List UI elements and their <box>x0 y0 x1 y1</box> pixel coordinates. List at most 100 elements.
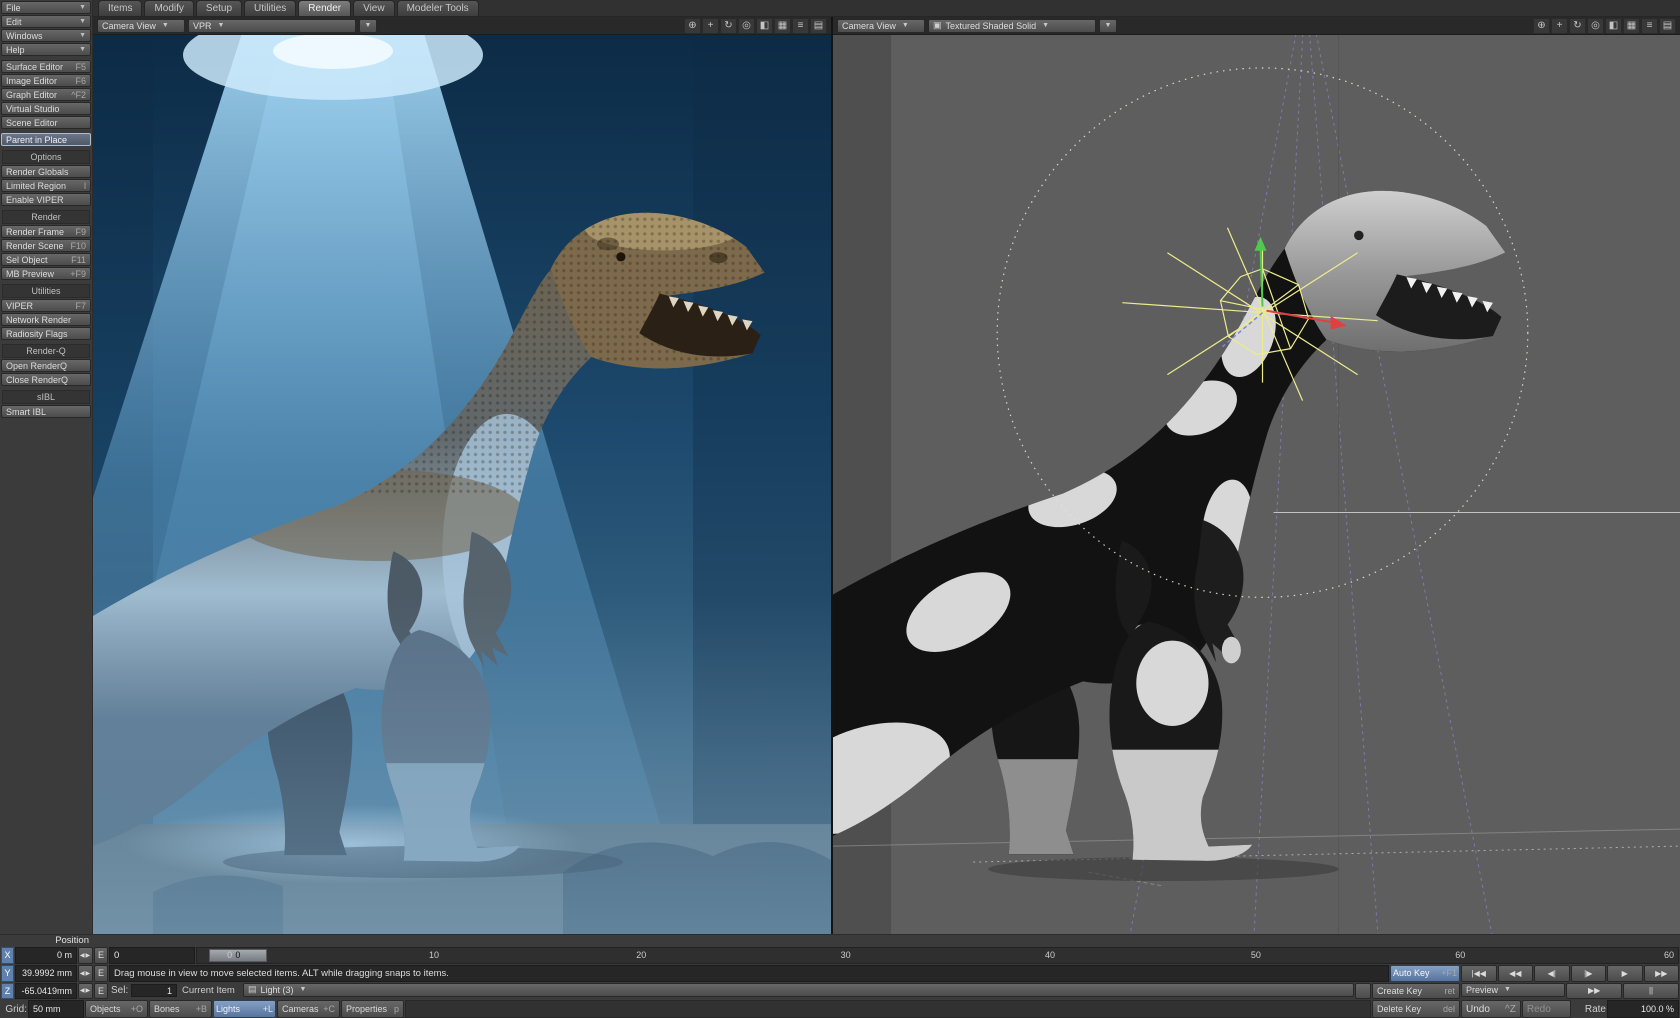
list-icon[interactable]: ▤ <box>810 18 827 34</box>
current-item-dropdown[interactable]: ▤ Light (3) ▼ <box>243 983 1354 997</box>
next-frame-button[interactable]: |▶ <box>1571 965 1607 982</box>
edit-objects-button[interactable]: Objects +O <box>85 1000 148 1018</box>
chevron-down-icon: ▼ <box>1504 986 1511 993</box>
frame-field[interactable] <box>109 947 195 964</box>
viewport-canvas-right[interactable] <box>833 35 1680 934</box>
prev-keyframe-button[interactable]: ◀◀ <box>1498 965 1534 982</box>
menu-help[interactable]: Help ▼ <box>1 43 91 56</box>
preview-dropdown[interactable]: Preview ▼ <box>1461 983 1565 997</box>
tab-setup[interactable]: Setup <box>196 0 242 16</box>
minmax-icon[interactable]: ◧ <box>756 18 773 34</box>
center-item-icon[interactable]: ⊕ <box>1533 18 1550 34</box>
list-icon[interactable]: ▤ <box>1659 18 1676 34</box>
z-value[interactable]: -65.0419mm <box>15 983 77 1000</box>
pan-icon[interactable]: + <box>1551 18 1568 34</box>
tab-utilities[interactable]: Utilities <box>244 0 296 16</box>
y-value[interactable]: 39.9992 mm <box>15 965 77 982</box>
properties-button[interactable]: Properties p <box>341 1000 404 1018</box>
viewport-canvas-left[interactable] <box>93 35 831 934</box>
pan-icon[interactable]: + <box>702 18 719 34</box>
sidebar-item-render-frame[interactable]: Render Frame F9 <box>1 225 91 238</box>
view-type-dropdown[interactable]: Camera View ▼ <box>97 19 185 33</box>
rotate-icon[interactable]: ↻ <box>1569 18 1586 34</box>
tab-modeler-tools[interactable]: Modeler Tools <box>397 0 479 16</box>
render-mode-dropdown[interactable]: VPR ▼ <box>188 19 356 33</box>
sidebar-item-virtual-studio[interactable]: Virtual Studio <box>1 102 91 115</box>
delete-key-button[interactable]: Delete Key del <box>1372 1000 1460 1018</box>
sidebar-item-close-renderq[interactable]: Close RenderQ <box>1 373 91 386</box>
preview-pause-button[interactable]: || <box>1623 983 1679 1000</box>
edit-bones-button[interactable]: Bones +B <box>149 1000 212 1018</box>
section-header-options: Options <box>2 150 90 164</box>
tab-view[interactable]: View <box>353 0 395 16</box>
item-label: Close RenderQ <box>6 375 68 385</box>
sidebar: File ▼ Edit ▼ Windows ▼ Help ▼ Surface E… <box>0 0 93 934</box>
x-value[interactable]: 0 m <box>15 947 77 964</box>
tab-render[interactable]: Render <box>298 0 351 16</box>
rate-value[interactable]: 100.0 % <box>1607 1000 1679 1018</box>
sidebar-item-radiosity-flags[interactable]: Radiosity Flags <box>1 327 91 340</box>
menu-edit[interactable]: Edit ▼ <box>1 15 91 28</box>
sidebar-item-parent-in-place[interactable]: Parent in Place <box>1 133 91 146</box>
rotate-icon[interactable]: ↻ <box>720 18 737 34</box>
create-key-button[interactable]: Create Key ret <box>1372 983 1460 1000</box>
go-to-start-button[interactable]: |◀◀ <box>1461 965 1497 982</box>
render-mode-dropdown[interactable]: ▣ Textured Shaded Solid ▼ <box>928 19 1096 33</box>
auto-key-button[interactable]: Auto Key +F1 <box>1390 965 1460 982</box>
layout-grid-icon[interactable]: ▦ <box>774 18 791 34</box>
play-button[interactable]: ▶ <box>1607 965 1643 982</box>
preview-play-button[interactable]: ▶▶ <box>1566 983 1622 1000</box>
prev-frame-button[interactable]: ◀| <box>1534 965 1570 982</box>
sidebar-item-image-editor[interactable]: Image Editor F6 <box>1 74 91 87</box>
grid-size-value[interactable]: 50 mm <box>28 1000 84 1018</box>
timeline-slider-handle[interactable]: 0 <box>209 949 267 962</box>
y-spinner[interactable]: ◀▶ <box>78 965 93 982</box>
viewport-area: Camera View ▼ VPR ▼ ▼ ⊕ + ↻ ◎ ◧ ▦ ≡ <box>93 17 1680 934</box>
minmax-icon[interactable]: ◧ <box>1605 18 1622 34</box>
x-envelope-button[interactable]: E <box>94 947 108 964</box>
view-type-dropdown[interactable]: Camera View ▼ <box>837 19 925 33</box>
sidebar-item-open-renderq[interactable]: Open RenderQ <box>1 359 91 372</box>
menu-icon[interactable]: ≡ <box>792 18 809 34</box>
z-spinner[interactable]: ◀▶ <box>78 983 93 1000</box>
tab-items[interactable]: Items <box>98 0 142 16</box>
sidebar-item-smart-ibl[interactable]: Smart IBL <box>1 405 91 418</box>
sidebar-item-network-render[interactable]: Network Render <box>1 313 91 326</box>
sidebar-item-render-globals[interactable]: Render Globals <box>1 165 91 178</box>
menu-windows[interactable]: Windows ▼ <box>1 29 91 42</box>
sidebar-item-scene-editor[interactable]: Scene Editor <box>1 116 91 129</box>
item-shortcut: F6 <box>71 76 86 86</box>
sidebar-item-surface-editor[interactable]: Surface Editor F5 <box>1 60 91 73</box>
timeline-ruler[interactable]: 0 0 10 20 30 40 50 60 60 <box>196 947 1679 964</box>
item-label: VIPER <box>6 301 33 311</box>
z-envelope-button[interactable]: E <box>94 983 108 1000</box>
edit-lights-button[interactable]: Lights +L <box>213 1000 276 1018</box>
sidebar-item-render-scene[interactable]: Render Scene F10 <box>1 239 91 252</box>
sidebar-item-mb-preview[interactable]: MB Preview +F9 <box>1 267 91 280</box>
viewport-options-dropdown[interactable]: ▼ <box>359 19 377 33</box>
center-item-icon[interactable]: ⊕ <box>684 18 701 34</box>
sidebar-item-limited-region[interactable]: Limited Region l <box>1 179 91 192</box>
sidebar-item-sel-object[interactable]: Sel Object F11 <box>1 253 91 266</box>
redo-button[interactable]: Redo <box>1522 1000 1571 1018</box>
menu-file[interactable]: File ▼ <box>1 1 91 14</box>
x-spinner[interactable]: ◀▶ <box>78 947 93 964</box>
viewport-options-dropdown[interactable]: ▼ <box>1099 19 1117 33</box>
item-lock-toggle[interactable] <box>1355 983 1371 1000</box>
zoom-icon[interactable]: ◎ <box>1587 18 1604 34</box>
chevron-down-icon: ▼ <box>218 22 225 29</box>
undo-button[interactable]: Undo ^Z <box>1461 1000 1521 1018</box>
button-label: Create Key <box>1377 986 1422 996</box>
go-to-end-button[interactable]: ▶▶ <box>1644 965 1680 982</box>
menu-icon[interactable]: ≡ <box>1641 18 1658 34</box>
sidebar-item-graph-editor[interactable]: Graph Editor ^F2 <box>1 88 91 101</box>
y-envelope-button[interactable]: E <box>94 965 108 982</box>
edit-cameras-button[interactable]: Cameras +C <box>277 1000 340 1018</box>
zoom-icon[interactable]: ◎ <box>738 18 755 34</box>
sidebar-item-viper[interactable]: VIPER F7 <box>1 299 91 312</box>
sidebar-item-enable-viper[interactable]: Enable VIPER <box>1 193 91 206</box>
button-shortcut: +C <box>319 1004 335 1014</box>
tab-modify[interactable]: Modify <box>144 0 193 16</box>
layout-grid-icon[interactable]: ▦ <box>1623 18 1640 34</box>
item-label: Parent in Place <box>6 135 67 145</box>
